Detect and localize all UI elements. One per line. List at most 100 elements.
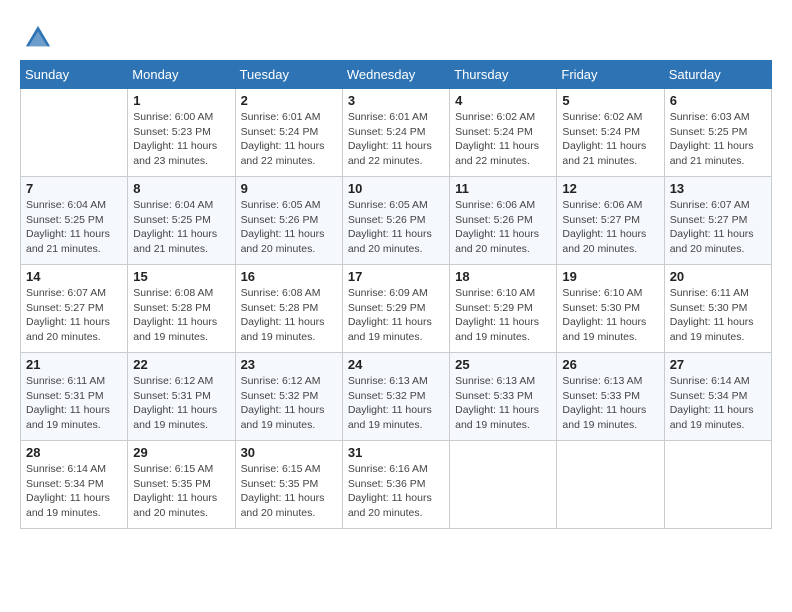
calendar-cell: 29 Sunrise: 6:15 AMSunset: 5:35 PMDayligh… <box>128 441 235 529</box>
day-number: 30 <box>241 445 337 460</box>
day-number: 29 <box>133 445 229 460</box>
day-info: Sunrise: 6:16 AMSunset: 5:36 PMDaylight:… <box>348 462 444 521</box>
calendar-week-5: 28 Sunrise: 6:14 AMSunset: 5:34 PMDayligh… <box>21 441 772 529</box>
page-header <box>20 20 772 52</box>
header-day-thursday: Thursday <box>450 61 557 89</box>
day-info: Sunrise: 6:11 AMSunset: 5:30 PMDaylight:… <box>670 286 766 345</box>
calendar-cell: 14Sunrise: 6:07 AMSunset: 5:27 PMDayligh… <box>21 265 128 353</box>
day-info: Sunrise: 6:05 AMSunset: 5:26 PMDaylight:… <box>348 198 444 257</box>
day-number: 5 <box>562 93 658 108</box>
day-number: 19 <box>562 269 658 284</box>
day-number: 2 <box>241 93 337 108</box>
header-day-wednesday: Wednesday <box>342 61 449 89</box>
day-info: Sunrise: 6:02 AMSunset: 5:24 PMDaylight:… <box>562 110 658 169</box>
day-number: 21 <box>26 357 122 372</box>
calendar-week-3: 14Sunrise: 6:07 AMSunset: 5:27 PMDayligh… <box>21 265 772 353</box>
day-info: Sunrise: 6:14 AMSunset: 5:34 PMDaylight:… <box>26 462 122 521</box>
calendar-cell: 22 Sunrise: 6:12 AMSunset: 5:31 PMDayligh… <box>128 353 235 441</box>
calendar-cell: 20 Sunrise: 6:11 AMSunset: 5:30 PMDayligh… <box>664 265 771 353</box>
logo-icon <box>24 24 52 52</box>
calendar-cell: 17 Sunrise: 6:09 AMSunset: 5:29 PMDayligh… <box>342 265 449 353</box>
header-day-friday: Friday <box>557 61 664 89</box>
calendar-week-1: 1 Sunrise: 6:00 AMSunset: 5:23 PMDaylight… <box>21 89 772 177</box>
calendar-table: SundayMondayTuesdayWednesdayThursdayFrid… <box>20 60 772 529</box>
day-info: Sunrise: 6:15 AMSunset: 5:35 PMDaylight:… <box>133 462 229 521</box>
calendar-cell: 8 Sunrise: 6:04 AMSunset: 5:25 PMDaylight… <box>128 177 235 265</box>
day-number: 27 <box>670 357 766 372</box>
day-info: Sunrise: 6:01 AMSunset: 5:24 PMDaylight:… <box>241 110 337 169</box>
calendar-cell: 9 Sunrise: 6:05 AMSunset: 5:26 PMDaylight… <box>235 177 342 265</box>
day-info: Sunrise: 6:03 AMSunset: 5:25 PMDaylight:… <box>670 110 766 169</box>
day-info: Sunrise: 6:10 AMSunset: 5:29 PMDaylight:… <box>455 286 551 345</box>
day-info: Sunrise: 6:13 AMSunset: 5:33 PMDaylight:… <box>562 374 658 433</box>
header-day-monday: Monday <box>128 61 235 89</box>
calendar-cell: 6Sunrise: 6:03 AMSunset: 5:25 PMDaylight… <box>664 89 771 177</box>
day-number: 12 <box>562 181 658 196</box>
calendar-cell: 18Sunrise: 6:10 AMSunset: 5:29 PMDayligh… <box>450 265 557 353</box>
day-info: Sunrise: 6:02 AMSunset: 5:24 PMDaylight:… <box>455 110 551 169</box>
day-info: Sunrise: 6:12 AMSunset: 5:31 PMDaylight:… <box>133 374 229 433</box>
day-info: Sunrise: 6:15 AMSunset: 5:35 PMDaylight:… <box>241 462 337 521</box>
calendar-header-row: SundayMondayTuesdayWednesdayThursdayFrid… <box>21 61 772 89</box>
day-info: Sunrise: 6:05 AMSunset: 5:26 PMDaylight:… <box>241 198 337 257</box>
day-info: Sunrise: 6:06 AMSunset: 5:27 PMDaylight:… <box>562 198 658 257</box>
day-info: Sunrise: 6:07 AMSunset: 5:27 PMDaylight:… <box>670 198 766 257</box>
calendar-week-4: 21 Sunrise: 6:11 AMSunset: 5:31 PMDayligh… <box>21 353 772 441</box>
day-number: 11 <box>455 181 551 196</box>
day-number: 22 <box>133 357 229 372</box>
day-info: Sunrise: 6:04 AMSunset: 5:25 PMDaylight:… <box>26 198 122 257</box>
day-number: 23 <box>241 357 337 372</box>
header-day-saturday: Saturday <box>664 61 771 89</box>
calendar-cell: 1 Sunrise: 6:00 AMSunset: 5:23 PMDaylight… <box>128 89 235 177</box>
calendar-cell: 7 Sunrise: 6:04 AMSunset: 5:25 PMDaylight… <box>21 177 128 265</box>
calendar-cell: 27 Sunrise: 6:14 AMSunset: 5:34 PMDayligh… <box>664 353 771 441</box>
day-info: Sunrise: 6:11 AMSunset: 5:31 PMDaylight:… <box>26 374 122 433</box>
day-info: Sunrise: 6:08 AMSunset: 5:28 PMDaylight:… <box>133 286 229 345</box>
day-number: 24 <box>348 357 444 372</box>
day-number: 4 <box>455 93 551 108</box>
calendar-cell: 30 Sunrise: 6:15 AMSunset: 5:35 PMDayligh… <box>235 441 342 529</box>
calendar-cell: 13 Sunrise: 6:07 AMSunset: 5:27 PMDayligh… <box>664 177 771 265</box>
day-info: Sunrise: 6:00 AMSunset: 5:23 PMDaylight:… <box>133 110 229 169</box>
day-number: 15 <box>133 269 229 284</box>
day-number: 1 <box>133 93 229 108</box>
calendar-cell: 21 Sunrise: 6:11 AMSunset: 5:31 PMDayligh… <box>21 353 128 441</box>
calendar-cell <box>21 89 128 177</box>
calendar-cell: 25 Sunrise: 6:13 AMSunset: 5:33 PMDayligh… <box>450 353 557 441</box>
calendar-week-2: 7 Sunrise: 6:04 AMSunset: 5:25 PMDaylight… <box>21 177 772 265</box>
day-number: 28 <box>26 445 122 460</box>
day-number: 31 <box>348 445 444 460</box>
calendar-cell <box>450 441 557 529</box>
day-number: 16 <box>241 269 337 284</box>
calendar-cell: 23Sunrise: 6:12 AMSunset: 5:32 PMDayligh… <box>235 353 342 441</box>
day-info: Sunrise: 6:01 AMSunset: 5:24 PMDaylight:… <box>348 110 444 169</box>
day-number: 25 <box>455 357 551 372</box>
calendar-cell: 24 Sunrise: 6:13 AMSunset: 5:32 PMDayligh… <box>342 353 449 441</box>
calendar-cell: 28 Sunrise: 6:14 AMSunset: 5:34 PMDayligh… <box>21 441 128 529</box>
day-info: Sunrise: 6:14 AMSunset: 5:34 PMDaylight:… <box>670 374 766 433</box>
day-info: Sunrise: 6:08 AMSunset: 5:28 PMDaylight:… <box>241 286 337 345</box>
day-number: 7 <box>26 181 122 196</box>
day-number: 14 <box>26 269 122 284</box>
day-number: 20 <box>670 269 766 284</box>
day-number: 26 <box>562 357 658 372</box>
day-number: 17 <box>348 269 444 284</box>
day-info: Sunrise: 6:13 AMSunset: 5:33 PMDaylight:… <box>455 374 551 433</box>
day-number: 8 <box>133 181 229 196</box>
calendar-cell: 16 Sunrise: 6:08 AMSunset: 5:28 PMDayligh… <box>235 265 342 353</box>
calendar-cell: 12 Sunrise: 6:06 AMSunset: 5:27 PMDayligh… <box>557 177 664 265</box>
day-info: Sunrise: 6:09 AMSunset: 5:29 PMDaylight:… <box>348 286 444 345</box>
calendar-cell: 10Sunrise: 6:05 AMSunset: 5:26 PMDayligh… <box>342 177 449 265</box>
day-info: Sunrise: 6:10 AMSunset: 5:30 PMDaylight:… <box>562 286 658 345</box>
day-number: 3 <box>348 93 444 108</box>
day-info: Sunrise: 6:04 AMSunset: 5:25 PMDaylight:… <box>133 198 229 257</box>
calendar-cell: 15 Sunrise: 6:08 AMSunset: 5:28 PMDayligh… <box>128 265 235 353</box>
calendar-cell: 31 Sunrise: 6:16 AMSunset: 5:36 PMDayligh… <box>342 441 449 529</box>
day-number: 9 <box>241 181 337 196</box>
calendar-cell <box>557 441 664 529</box>
day-number: 13 <box>670 181 766 196</box>
day-info: Sunrise: 6:13 AMSunset: 5:32 PMDaylight:… <box>348 374 444 433</box>
header-day-sunday: Sunday <box>21 61 128 89</box>
calendar-cell: 5 Sunrise: 6:02 AMSunset: 5:24 PMDaylight… <box>557 89 664 177</box>
calendar-cell: 4 Sunrise: 6:02 AMSunset: 5:24 PMDaylight… <box>450 89 557 177</box>
